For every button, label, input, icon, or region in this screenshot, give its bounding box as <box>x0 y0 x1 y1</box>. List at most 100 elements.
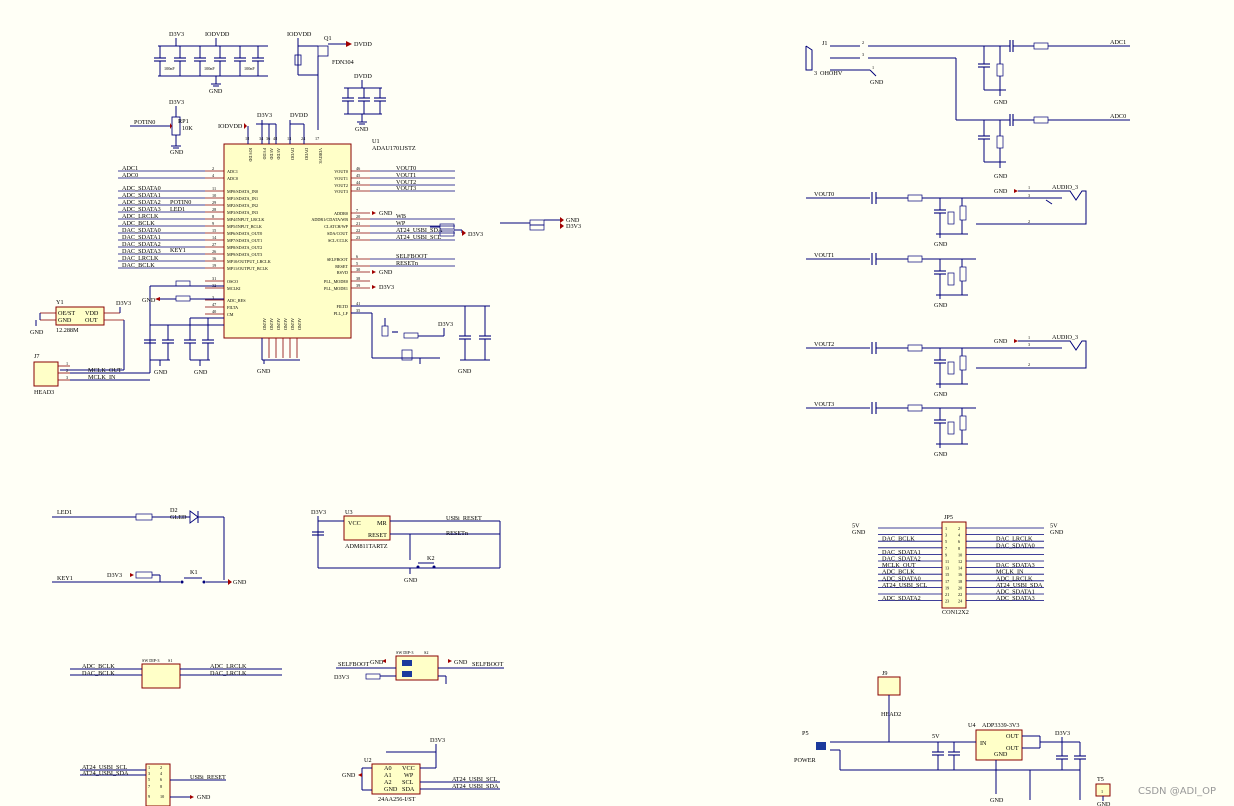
u1-pin-name: DVDD <box>290 148 295 160</box>
jp5-left-net: DAC_BCLK <box>882 536 915 543</box>
u1-pin-name: MP1/SDATA_IN1 <box>227 196 258 201</box>
audio-jack-1: GND 1 3 2 AUDIO_3 <box>976 184 1087 225</box>
gnd-label: GND <box>154 369 168 376</box>
u1-pin-name: FILTD <box>337 304 348 309</box>
gnd-label: GND <box>934 451 948 458</box>
q1-ref: Q1 <box>324 35 332 42</box>
gnd-label: GND <box>994 188 1008 195</box>
u1-pin-num: 6 <box>356 254 358 259</box>
u1-pin-num: 47 <box>212 302 216 307</box>
u1-pin-num: 35 <box>356 308 360 313</box>
jp5-pin-num: 9 <box>945 552 947 557</box>
u1-pin-num: 31 <box>212 276 216 281</box>
u1-pin-name: ADDR1/CDATA/WB <box>311 217 348 222</box>
jp5-right-net: GND <box>1050 529 1064 536</box>
u3-part: ADM811TARTZ <box>345 543 388 550</box>
u1-right-net: AT24_USBI_SDA <box>396 227 443 234</box>
u2-d3v3: D3V3 <box>430 737 445 744</box>
d2-part: GLED <box>170 514 187 521</box>
s2-ref: S2 <box>424 650 428 655</box>
u1-left-net: DAC_SDATA0 <box>122 227 161 234</box>
u1-left-net: ADC_SDATA2 <box>122 199 161 206</box>
power-supply: J9 HEAD2 P5 POWER 5V U4 ADP3339-3V3 IN O… <box>794 670 1111 806</box>
jp5-pin-num: 5 <box>945 539 947 544</box>
svg-text:1: 1 <box>66 361 68 366</box>
vout-net-label: VOUT1 <box>814 252 834 259</box>
gnd-label: GND <box>233 579 247 586</box>
u1-pin-name: VOUT3 <box>334 189 348 194</box>
pll-filter: D3V3 GND <box>351 305 491 375</box>
key-circuit: KEY1 D3V3 K1 GND <box>52 569 247 586</box>
gnd-label: GND <box>934 302 948 309</box>
gnd-label: GND <box>1097 801 1111 806</box>
u2-part: 24AA256-I/ST <box>378 796 416 803</box>
u1-pin-num: 27 <box>212 242 216 247</box>
jp5-left-net: AT24_USBI_SCL <box>882 582 928 589</box>
d3v3-label: D3V3 <box>468 231 483 238</box>
u3-ref: U3 <box>345 509 353 516</box>
sw-net-dac-bclk: DAC_BCLK <box>82 670 115 677</box>
net-potin0: POTIN0 <box>134 119 155 126</box>
rp1-value: 10K <box>182 125 193 132</box>
gnd-label: GND <box>990 797 1004 804</box>
u3-d3v3: D3V3 <box>311 509 326 516</box>
net-led1: LED1 <box>170 206 185 213</box>
u1-pin-name: MP4/INPUT_LRCLK <box>227 217 264 222</box>
jp5-pin-num: 2 <box>958 526 960 531</box>
gnd-label: GND <box>404 577 418 584</box>
hdr-net-sda: AT24_USBI_SDA <box>82 770 129 777</box>
u2-pin-a1: A1 <box>384 772 392 779</box>
q1-part: FDN304 <box>332 59 354 66</box>
jp5-pin-num: 15 <box>945 572 949 577</box>
gnd-label: GND <box>30 329 44 336</box>
net-mclk-out: MCLK_OUT <box>88 367 122 374</box>
u1-pin-num: 21 <box>356 221 360 226</box>
svg-text:6: 6 <box>160 777 162 782</box>
u1-pin-name: MP3/SDATA_IN3 <box>227 210 258 215</box>
gnd-label: GND <box>994 99 1008 106</box>
u1-left-nets: ADC1ADC0ADC_SDATA0ADC_SDATA1ADC_SDATA2AD… <box>118 165 205 269</box>
net-led1-b: LED1 <box>57 509 72 516</box>
u1-pin-num: 19 <box>212 263 216 268</box>
u2-net-sda: AT24_USBI_SDA <box>452 783 499 790</box>
u1-left-net: ADC0 <box>122 172 138 179</box>
svg-text:3: 3 <box>66 375 68 380</box>
u1-pin-num: 17 <box>315 136 319 141</box>
u1-pin-num: 2 <box>212 166 214 171</box>
u1-d3v3: D3V3 <box>257 112 272 119</box>
u1-pin-name: MP9/SDATA_OUT3 <box>227 252 262 257</box>
cap-value: 100nF <box>204 66 215 71</box>
u1-pin-name: MP0/SDATA_IN0 <box>227 189 258 194</box>
gnd-label: GND <box>994 173 1008 180</box>
vout-filter-chains: VOUT0 GND VOUT1 GND VOUT2 GND VOUT3 GND <box>806 191 976 458</box>
u1-pin-name: PLL_LF <box>334 311 349 316</box>
gnd-label: GND <box>379 210 393 217</box>
u1-right-net: WB <box>396 213 406 220</box>
u1-pin-name: CM <box>227 312 234 317</box>
u1-pin-name: PVDD <box>262 148 267 159</box>
u1-right-net: RESETn <box>396 260 418 267</box>
gnd-label: GND <box>454 659 468 666</box>
u1-ref: U1 <box>372 138 380 145</box>
svg-text:3: 3 <box>1028 193 1030 198</box>
u1-left-net: DAC_SDATA1 <box>122 234 161 241</box>
u3-pin-mr: MR <box>377 520 388 527</box>
u1-pin-num: 38 <box>356 276 360 281</box>
u1-right-net: VOUT3 <box>396 185 416 192</box>
j1-ref: J1 <box>822 40 828 47</box>
u1-right-net: VOUT1 <box>396 172 416 179</box>
svg-text:2: 2 <box>1028 219 1030 224</box>
svg-text:5: 5 <box>148 777 150 782</box>
audio-jack-1-label: AUDIO_3 <box>1052 184 1078 191</box>
rp1-d3v3: D3V3 <box>169 99 184 106</box>
u1-pin-num: 15 <box>212 228 216 233</box>
u1-right-net: WP <box>396 220 406 227</box>
u3-reset-supervisor: U3 ADM811TARTZ VCC MR RESET D3V3 USBi_RE… <box>311 509 501 584</box>
y1-freq: 12.288M <box>56 327 79 334</box>
u1-pin-name: PLL_MODE0 <box>324 279 348 284</box>
led-circuit: LED1 D2 GLED <box>52 507 225 580</box>
hdr-net-reset: USBi_RESET <box>190 774 226 781</box>
u1-pin-name: VOUT1 <box>334 176 348 181</box>
sw2-selfboot: SELFBOOT <box>338 661 370 668</box>
net-key1: KEY1 <box>170 247 186 254</box>
